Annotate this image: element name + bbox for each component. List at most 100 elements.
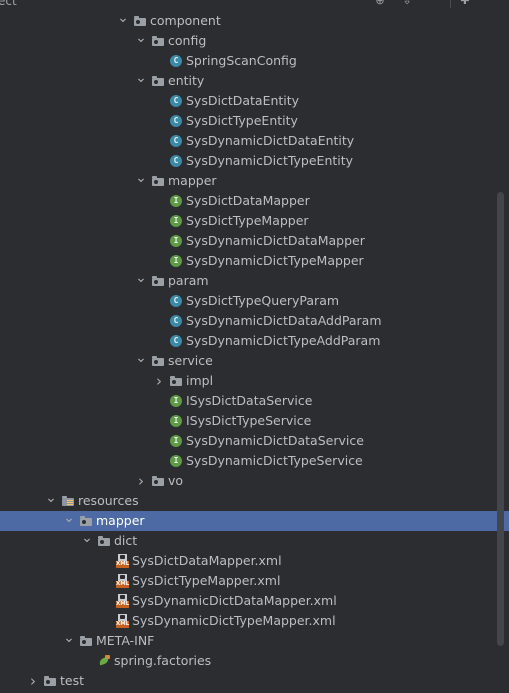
tree-row[interactable]: C SysDictDataEntity — [0, 91, 509, 111]
tree-row[interactable]: dict — [0, 531, 509, 551]
toolbar-divider — [450, 0, 451, 8]
gear-icon[interactable]: ✚ — [459, 0, 471, 6]
tree-row[interactable]: XML SysDictTypeMapper.xml — [0, 571, 509, 591]
chevron-down-icon[interactable] — [117, 11, 129, 31]
interface-icon: I — [170, 415, 182, 427]
tree-item-label: vo — [168, 473, 184, 488]
package-folder-icon — [152, 75, 164, 87]
tree-row[interactable]: spring.factories — [0, 651, 509, 671]
tree-row[interactable]: I ISysDictTypeService — [0, 411, 509, 431]
tree-item-label: resources — [78, 493, 139, 508]
tree-row[interactable]: config — [0, 31, 509, 51]
tree-row[interactable]: C SysDynamicDictDataEntity — [0, 131, 509, 151]
class-icon: C — [170, 55, 182, 67]
package-folder-icon — [170, 375, 182, 387]
tree-row[interactable]: vo — [0, 471, 509, 491]
tree-item-label: test — [60, 673, 85, 688]
tree-item-label: dict — [114, 533, 138, 548]
tree-row[interactable]: C SpringScanConfig — [0, 51, 509, 71]
class-icon: C — [170, 135, 182, 147]
tree-item-label: SysDynamicDictTypeAddParam — [186, 333, 381, 348]
tree-row[interactable]: I SysDictTypeMapper — [0, 211, 509, 231]
tree-row[interactable]: C SysDynamicDictTypeAddParam — [0, 331, 509, 351]
tree-item-label: SysDynamicDictTypeMapper.xml — [132, 613, 336, 628]
class-icon: C — [170, 295, 182, 307]
tree-row[interactable]: C SysDictTypeEntity — [0, 111, 509, 131]
chevron-down-icon[interactable] — [135, 271, 147, 291]
chevron-down-icon[interactable] — [81, 531, 93, 551]
tree-item-label: SysDictDataMapper — [186, 193, 310, 208]
tree-row[interactable]: resources — [0, 491, 509, 511]
collapse-all-icon[interactable]: ⇩ — [401, 0, 413, 6]
tree-row[interactable]: C SysDynamicDictDataAddParam — [0, 311, 509, 331]
package-folder-icon — [152, 475, 164, 487]
chevron-right-icon[interactable] — [135, 471, 147, 491]
interface-icon: I — [170, 195, 182, 207]
locate-icon[interactable]: ⊕ — [374, 0, 386, 6]
tree-row[interactable]: param — [0, 271, 509, 291]
tree-item-label: mapper — [96, 513, 145, 528]
tree-item-label: mapper — [168, 173, 217, 188]
tree-row[interactable]: I SysDynamicDictDataService — [0, 431, 509, 451]
mybatis-xml-icon: XML — [116, 614, 130, 628]
class-icon: C — [170, 95, 182, 107]
resources-folder-icon — [62, 495, 74, 507]
tree-row[interactable]: I ISysDictDataService — [0, 391, 509, 411]
tree-item-label: impl — [186, 373, 214, 388]
tree-row[interactable]: impl — [0, 371, 509, 391]
class-icon: C — [170, 315, 182, 327]
tree-row[interactable]: I SysDynamicDictTypeService — [0, 451, 509, 471]
tree-row[interactable]: XML SysDynamicDictDataMapper.xml — [0, 591, 509, 611]
mybatis-xml-icon: XML — [116, 574, 130, 588]
tree-item-label: spring.factories — [114, 653, 212, 668]
tree-item-label: SysDictDataEntity — [186, 93, 300, 108]
class-icon: C — [170, 335, 182, 347]
chevron-down-icon[interactable] — [135, 171, 147, 191]
expand-icon[interactable]: ⌃ — [428, 0, 440, 6]
mybatis-xml-icon: XML — [116, 554, 130, 568]
package-folder-icon — [152, 275, 164, 287]
package-folder-icon — [80, 515, 92, 527]
class-icon: C — [170, 155, 182, 167]
tree-item-label: SpringScanConfig — [186, 53, 297, 68]
tree-row[interactable]: I SysDynamicDictDataMapper — [0, 231, 509, 251]
chevron-down-icon[interactable] — [135, 71, 147, 91]
tree-row[interactable]: XML SysDictDataMapper.xml — [0, 551, 509, 571]
tree-row[interactable]: META-INF — [0, 631, 509, 651]
tree-row[interactable]: mapper — [0, 171, 509, 191]
tree-row[interactable]: entity — [0, 71, 509, 91]
tree-item-label: SysDictTypeEntity — [186, 113, 298, 128]
tree-item-label: SysDynamicDictTypeService — [186, 453, 363, 468]
chevron-down-icon[interactable] — [63, 631, 75, 651]
chevron-down-icon[interactable] — [135, 31, 147, 51]
tree-row[interactable]: I SysDictDataMapper — [0, 191, 509, 211]
tree-row[interactable]: C SysDictTypeQueryParam — [0, 291, 509, 311]
chevron-down-icon[interactable] — [63, 511, 75, 531]
tree-item-label: SysDynamicDictDataEntity — [186, 133, 355, 148]
chevron-down-icon[interactable] — [135, 351, 147, 371]
spring-leaf-icon — [98, 655, 110, 667]
interface-icon: I — [170, 255, 182, 267]
scrollbar-thumb[interactable] — [497, 192, 504, 646]
mybatis-xml-icon: XML — [116, 594, 130, 608]
tree-row[interactable]: C SysDynamicDictTypeEntity — [0, 151, 509, 171]
chevron-right-icon[interactable] — [153, 371, 165, 391]
tree-row[interactable]: test — [0, 671, 509, 691]
package-folder-icon — [80, 635, 92, 647]
interface-icon: I — [170, 455, 182, 467]
tree-item-label: SysDynamicDictTypeMapper — [186, 253, 364, 268]
tree-item-label: entity — [168, 73, 205, 88]
tree-row[interactable]: service — [0, 351, 509, 371]
chevron-down-icon[interactable] — [45, 491, 57, 511]
project-tree: componentconfigCSpringScanConfigentityCS… — [0, 11, 509, 691]
tree-row[interactable]: XML SysDynamicDictTypeMapper.xml — [0, 611, 509, 631]
chevron-right-icon[interactable] — [27, 671, 39, 691]
tree-item-label: SysDynamicDictDataMapper — [186, 233, 365, 248]
tree-row[interactable]: component — [0, 11, 509, 31]
tree-row[interactable]: I SysDynamicDictTypeMapper — [0, 251, 509, 271]
tree-item-label: config — [168, 33, 207, 48]
interface-icon: I — [170, 395, 182, 407]
toolbar: ect ⊕ ⇩ ⌃ ✚ — [0, 0, 509, 10]
tree-row[interactable]: mapper — [0, 511, 509, 531]
tree-item-label: SysDictTypeQueryParam — [186, 293, 340, 308]
